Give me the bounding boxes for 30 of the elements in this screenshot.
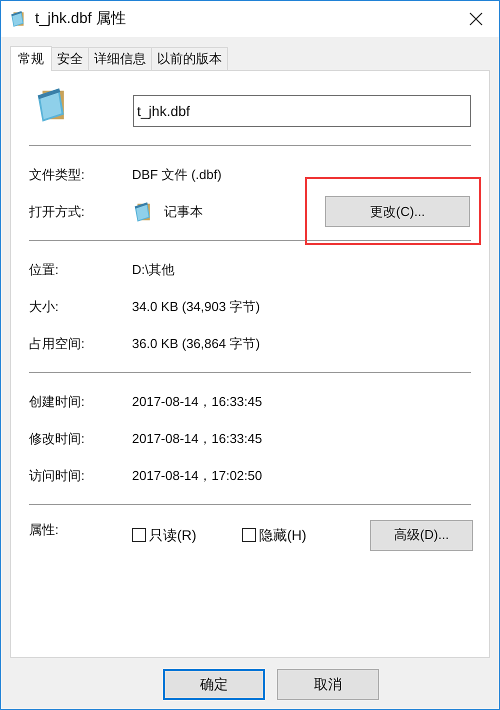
window-title: t_jhk.dbf 属性 — [35, 8, 126, 29]
dialog-button[interactable]: 取消 — [277, 669, 379, 700]
field-label: 访问时间: — [29, 466, 86, 485]
field-label: 大小: — [29, 298, 60, 316]
field-label: 位置: — [29, 260, 60, 279]
field-label: 属性: — [29, 521, 60, 539]
field-value: 2017-08-14，16:33:45 — [132, 430, 262, 448]
app-name: 记事本 — [164, 202, 203, 221]
dialog-button[interactable]: 确定 — [163, 669, 265, 700]
field-label: 创建时间: — [29, 392, 86, 411]
tab[interactable]: 以前的版本 — [151, 47, 228, 70]
checkbox-label: 隐藏(H) — [259, 526, 306, 545]
checkbox[interactable] — [242, 528, 256, 542]
field-value: 34.0 KB (34,903 字节) — [132, 298, 260, 316]
close-icon[interactable] — [469, 12, 483, 26]
field-label: 打开方式: — [29, 202, 86, 221]
field-label: 文件类型: — [29, 166, 86, 184]
field-value: 2017-08-14，16:33:45 — [132, 392, 262, 411]
change-button[interactable]: 更改(C)... — [325, 196, 470, 227]
field-label: 修改时间: — [29, 430, 86, 448]
field-value: 36.0 KB (36,864 字节) — [132, 334, 260, 353]
checkbox[interactable] — [132, 528, 146, 542]
field-value: DBF 文件 (.dbf) — [132, 166, 222, 184]
checkbox-label: 只读(R) — [149, 526, 196, 545]
tab[interactable]: 常规 — [10, 46, 52, 71]
advanced-button[interactable]: 高级(D)... — [370, 520, 473, 550]
file-name-field[interactable]: t_jhk.dbf — [133, 95, 471, 127]
field-value: 2017-08-14，17:02:50 — [132, 466, 262, 485]
field-label: 占用空间: — [29, 334, 86, 353]
field-value: D:\其他 — [132, 260, 175, 279]
